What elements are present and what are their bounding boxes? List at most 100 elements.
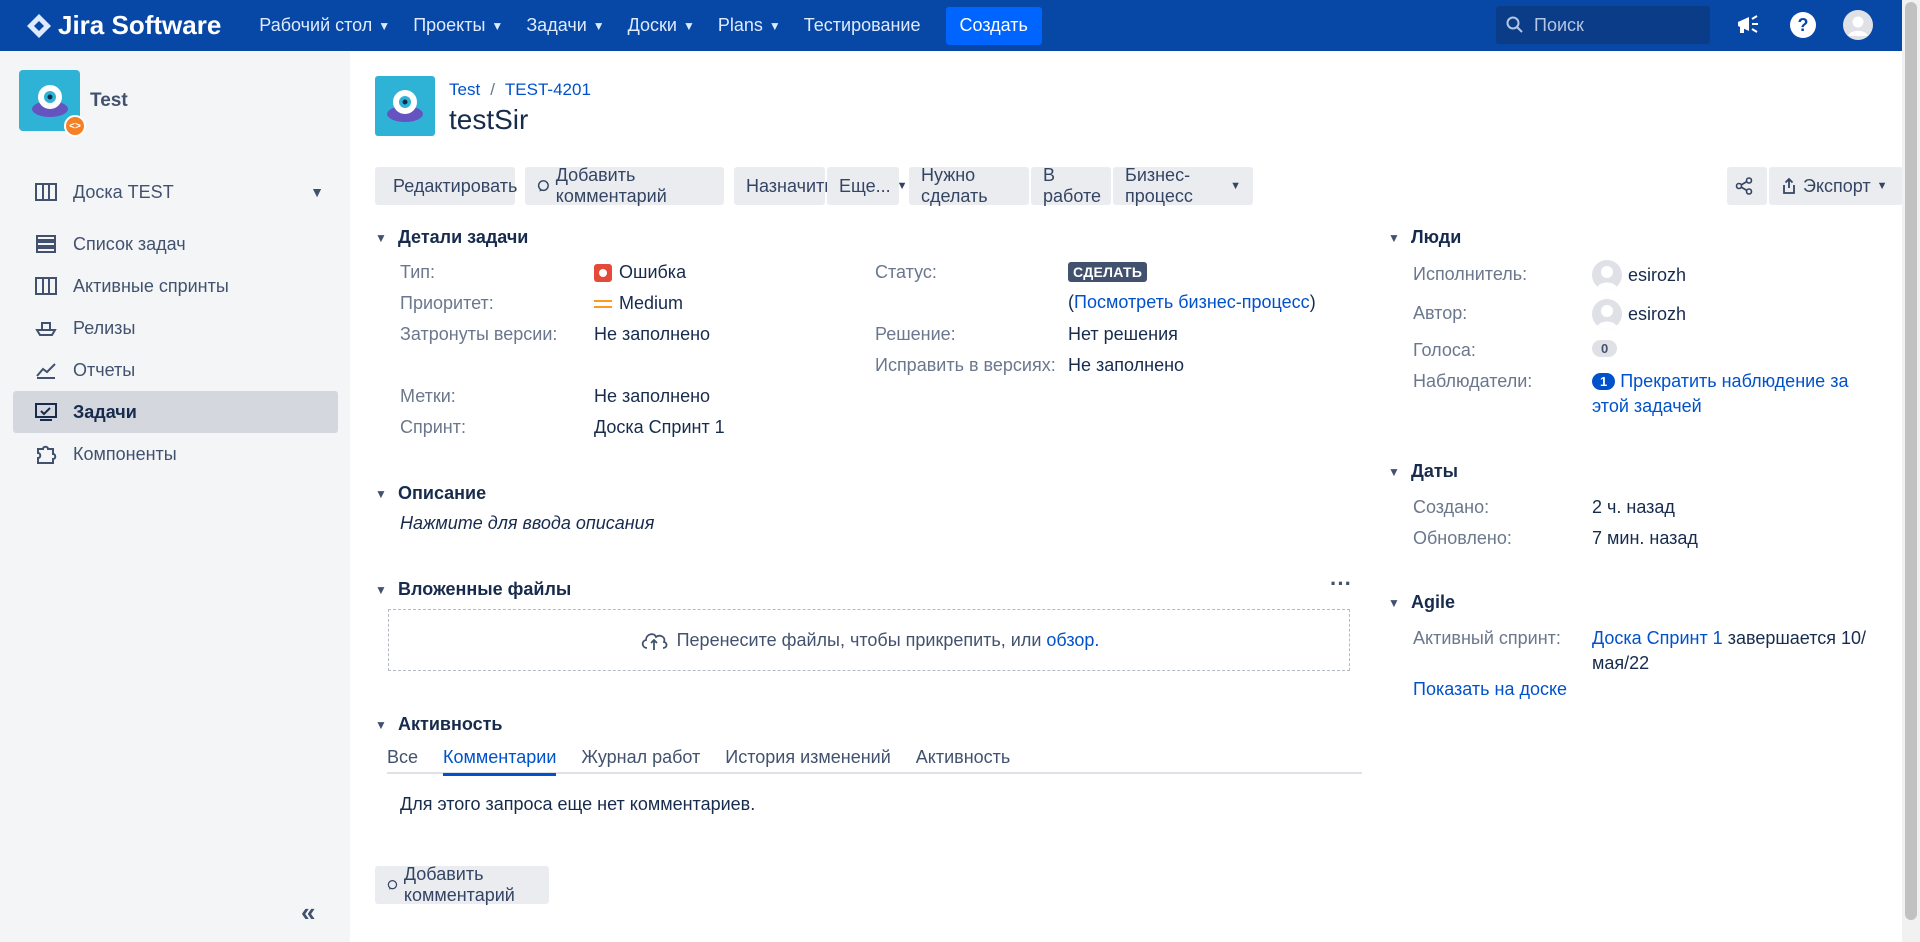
chevron-down-icon: ▼	[1388, 464, 1400, 479]
more-options-icon[interactable]: ···	[1330, 571, 1352, 597]
sidebar-item-label: Компоненты	[73, 443, 177, 464]
agile-section-toggle[interactable]: ▼ Agile	[1388, 592, 1455, 613]
chevron-down-icon: ▼	[375, 582, 387, 597]
description-placeholder[interactable]: Нажмите для ввода описания	[400, 513, 654, 534]
sidebar-item-releases[interactable]: Релизы	[13, 307, 338, 349]
transition-todo-button[interactable]: Нужно сделать	[909, 165, 1029, 206]
priority-label: Приоритет:	[400, 293, 494, 313]
bug-icon	[594, 263, 612, 282]
nav-boards[interactable]: Доски ▼	[628, 0, 695, 51]
resolution-label: Решение:	[875, 324, 956, 344]
chevron-down-icon: ▼	[378, 18, 391, 33]
more-actions-button[interactable]: Еще... ▼	[827, 167, 908, 205]
view-workflow-link[interactable]: Посмотреть бизнес-процесс	[1074, 292, 1310, 313]
view-workflow: (Посмотреть бизнес-процесс)	[1068, 292, 1316, 313]
tab-history[interactable]: История изменений	[725, 740, 891, 774]
profile-avatar[interactable]	[1841, 8, 1875, 42]
details-section-toggle[interactable]: ▼ Детали задачи	[375, 227, 528, 248]
tab-worklog[interactable]: Журнал работ	[581, 740, 700, 774]
dates-section-toggle[interactable]: ▼ Даты	[1388, 461, 1458, 482]
comment-icon	[387, 879, 398, 890]
jira-logo[interactable]: Jira Software	[26, 0, 221, 51]
stop-watching-link-cont[interactable]: этой задачей	[1592, 396, 1702, 417]
nav-boards-label: Доски	[627, 15, 677, 35]
nav-plans[interactable]: Plans ▼	[718, 0, 781, 51]
help-icon[interactable]: ?	[1786, 8, 1820, 42]
chevron-down-icon: ▼	[768, 18, 781, 33]
breadcrumb-project-link[interactable]: Test	[449, 80, 480, 100]
sidebar-item-active-sprints[interactable]: Активные спринты	[13, 265, 338, 307]
people-heading: Люди	[1411, 227, 1462, 247]
jira-diamond-icon	[27, 13, 51, 38]
sidebar-item-reports[interactable]: Отчеты	[13, 349, 338, 391]
export-button[interactable]: Экспорт ▼	[1769, 167, 1903, 205]
workflow-button[interactable]: Бизнес-процесс ▼	[1113, 165, 1253, 206]
nav-testing[interactable]: Тестирование	[804, 0, 921, 51]
sidebar-item-label: Список задач	[73, 233, 186, 254]
comment-icon	[537, 180, 549, 192]
chevron-down-icon: ▼	[896, 180, 908, 192]
nav-issues[interactable]: Задачи ▼	[526, 0, 604, 51]
add-comment-bottom-button[interactable]: Добавить комментарий	[375, 864, 549, 905]
search-icon	[1506, 16, 1523, 33]
more-actions-label: Еще...	[839, 175, 891, 196]
labels-value[interactable]: Не заполнено	[594, 386, 710, 407]
status-label: Статус:	[875, 262, 937, 282]
sidebar-item-issues[interactable]: Задачи	[13, 391, 338, 433]
priority-value: Medium	[594, 293, 683, 314]
breadcrumb-separator: /	[490, 80, 495, 99]
stop-watching-link[interactable]: Прекратить наблюдение за	[1620, 371, 1848, 392]
activity-heading: Активность	[398, 714, 503, 734]
board-icon	[35, 183, 59, 201]
reporter-value[interactable]: esirozh	[1592, 299, 1686, 329]
affects-versions-value[interactable]: Не заполнено	[594, 324, 710, 345]
active-sprint-link[interactable]: Доска Спринт 1	[1592, 628, 1723, 649]
megaphone-icon[interactable]	[1731, 8, 1765, 42]
browse-link[interactable]: обзор.	[1046, 630, 1099, 651]
activity-section-toggle[interactable]: ▼ Активность	[375, 714, 502, 735]
fix-versions-value[interactable]: Не заполнено	[1068, 355, 1184, 376]
nav-projects[interactable]: Проекты ▼	[413, 0, 503, 51]
attachments-section-toggle[interactable]: ▼ Вложенные файлы	[375, 579, 571, 600]
affects-versions-label: Затронуты версии:	[400, 324, 558, 344]
votes-value[interactable]: 0	[1592, 340, 1618, 357]
attachment-drop-zone[interactable]: Перенесите файлы, чтобы прикрепить, или …	[388, 609, 1350, 671]
tab-activity[interactable]: Активность	[916, 740, 1011, 774]
description-section-toggle[interactable]: ▼ Описание	[375, 483, 486, 504]
sprint-value[interactable]: Доска Спринт 1	[594, 417, 725, 438]
add-comment-button[interactable]: Добавить комментарий	[525, 165, 724, 206]
assign-button[interactable]: Назначить	[734, 167, 834, 205]
sidebar-item-board[interactable]: Доска TEST ▼	[13, 171, 338, 213]
page-scrollbar[interactable]	[1902, 0, 1920, 942]
issue-summary[interactable]: testSir	[449, 104, 591, 136]
tab-comments[interactable]: Комментарии	[443, 740, 557, 776]
backlog-icon	[35, 235, 59, 253]
status-value: СДЕЛАТЬ	[1068, 262, 1148, 282]
search-input[interactable]: Поиск	[1496, 6, 1710, 44]
sidebar-item-backlog[interactable]: Список задач	[13, 223, 338, 265]
votes-label: Голоса:	[1413, 340, 1476, 360]
people-section-toggle[interactable]: ▼ Люди	[1388, 227, 1461, 248]
nav-dashboard[interactable]: Рабочий стол ▼	[259, 0, 390, 51]
chevron-down-icon: ▼	[592, 18, 605, 33]
main-nav: Рабочий стол ▼ Проекты ▼ Задачи ▼ Доски ▼ Pl…	[259, 0, 1042, 51]
edit-button[interactable]: Редактировать	[375, 167, 517, 205]
type-text: Ошибка	[619, 262, 687, 282]
project-header[interactable]: <> Test	[0, 51, 350, 137]
share-button[interactable]	[1727, 167, 1767, 205]
breadcrumb-issue-key-link[interactable]: TEST-4201	[505, 80, 591, 100]
tab-all[interactable]: Все	[387, 740, 418, 774]
top-navigation-bar: Jira Software Рабочий стол ▼ Проекты ▼ Зад…	[0, 0, 1920, 51]
scrollbar-thumb[interactable]	[1905, 2, 1917, 920]
chevron-down-icon: ▼	[1876, 180, 1888, 192]
chevron-down-icon[interactable]: ▼	[310, 184, 324, 200]
project-avatar[interactable]	[375, 76, 435, 136]
cloud-upload-icon	[641, 633, 668, 650]
transition-in-progress-button[interactable]: В работе	[1031, 165, 1111, 206]
show-on-board-link[interactable]: Показать на доске	[1413, 679, 1567, 700]
collapse-sidebar-icon[interactable]: «	[301, 897, 315, 928]
watchers-count-badge[interactable]: 1	[1592, 373, 1616, 390]
create-button[interactable]: Создать	[945, 6, 1042, 45]
sidebar-item-components[interactable]: Компоненты	[13, 433, 338, 475]
assignee-value[interactable]: esirozh	[1592, 260, 1686, 290]
